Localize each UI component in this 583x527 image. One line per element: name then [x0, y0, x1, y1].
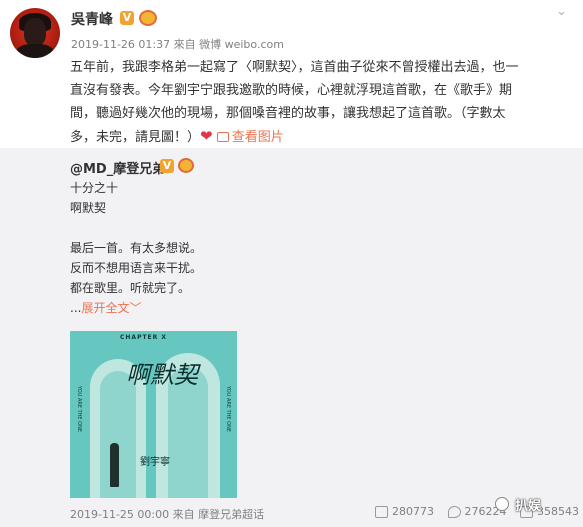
repost-line: 十分之十	[70, 181, 119, 195]
verified-badge: V	[120, 11, 134, 25]
expand-full-text-link[interactable]: 展开全文﹀	[81, 301, 141, 315]
cover-subtitle: 劉宇寧	[140, 457, 170, 468]
weibo-post: 吳青峰 V 2019-11-26 01:37 來自 微博 weibo.com ⌄…	[0, 0, 583, 527]
repost-line-blank	[70, 218, 202, 238]
image-icon	[216, 132, 229, 142]
repost-author[interactable]: @MD_摩登兄弟	[70, 158, 165, 177]
repost-line: 最后一首。有太多想说。	[70, 241, 203, 255]
post-text-line: 直沒有發表。今年劉宇宁跟我邀歌的時候，心裡就浮現這首歌，在《歌手》期	[70, 83, 513, 98]
repost-stats: 280773 276224 358543	[365, 505, 579, 521]
watermark-logo-icon	[495, 497, 509, 511]
heart-emoji-icon: ❤	[200, 127, 213, 145]
like-count: 358543	[537, 505, 579, 518]
post-text-line: 五年前，我跟李格弟一起寫了〈啊默契〉，這首曲子從來不曾授權出去過，也一	[70, 60, 519, 75]
vip-badge-icon[interactable]	[139, 10, 157, 26]
reposted-card[interactable]: @MD_摩登兄弟 V 十分之十 啊默契 最后一首。有太多想说。 反而不想用语言来…	[0, 148, 583, 527]
post-text-line: 間，聽過好幾次他的現場，那個嗓音裡的故事，讓我想起了這首歌。（字數太	[70, 106, 506, 121]
avatar-body	[16, 44, 54, 58]
post-text-tail: 多，未完，請見圖！）	[70, 130, 201, 145]
repost-meta: 2019-11-25 00:00 来自 摩登兄弟超话	[70, 508, 265, 521]
author-name[interactable]: 吳青峰	[71, 9, 113, 29]
repost-vip-badge-icon[interactable]	[178, 158, 194, 173]
cover-side-text-right: YOU ARE THE ONE	[225, 386, 231, 433]
chevron-down-icon[interactable]: ⌄	[556, 4, 567, 19]
see-pictures-label: 查看图片	[231, 130, 284, 145]
author-avatar[interactable]	[10, 8, 60, 58]
repost-verified-badge: V	[160, 159, 174, 173]
expand-label: 展开全文	[81, 301, 130, 315]
repost-text: 十分之十 啊默契 最后一首。有太多想说。 反而不想用语言来干扰。 都在歌里。听就…	[70, 178, 202, 318]
see-pictures-link[interactable]: 查看图片	[216, 130, 284, 145]
avatar-face	[24, 18, 46, 46]
repost-count-button[interactable]: 280773	[375, 505, 434, 518]
repost-line: 反而不想用语言来干扰。	[70, 261, 203, 275]
post-text: 五年前，我跟李格弟一起寫了〈啊默契〉，這首曲子從來不曾授權出去過，也一 直沒有發…	[70, 56, 570, 149]
ellipsis: ...	[70, 301, 82, 315]
album-cover-image[interactable]: CHAPTER X 啊默契 YOU ARE THE ONE YOU ARE TH…	[70, 331, 237, 498]
expand-row: ...展开全文﹀	[70, 298, 202, 318]
post-meta: 2019-11-26 01:37 來自 微博 weibo.com	[71, 38, 284, 51]
watermark-text: 扒娱	[515, 499, 542, 514]
repost-line: 啊默契	[70, 201, 107, 215]
comment-icon	[447, 505, 461, 518]
expand-arrow-icon: ﹀	[129, 301, 142, 315]
cover-side-text-left: YOU ARE THE ONE	[76, 386, 82, 433]
cover-title: 啊默契	[126, 361, 198, 389]
post-text-last-line: 多，未完，請見圖！）❤ 查看图片	[70, 125, 570, 149]
cover-chapter-text: CHAPTER X	[120, 334, 167, 341]
cover-figure	[110, 443, 119, 487]
repost-line: 都在歌里。听就完了。	[70, 281, 191, 295]
repost-count: 280773	[392, 505, 434, 518]
repost-icon	[375, 505, 388, 518]
